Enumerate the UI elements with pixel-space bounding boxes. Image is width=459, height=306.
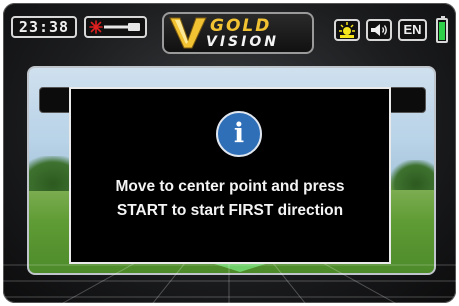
- dialog-message-line1: Move to center point and press: [115, 178, 345, 195]
- pinpoint-button[interactable]: [84, 16, 147, 38]
- treeline-right: [389, 160, 434, 190]
- brightness-button[interactable]: [334, 19, 360, 41]
- battery-fill: [439, 22, 445, 40]
- speaker-icon: [371, 24, 387, 36]
- info-dialog: i Move to center point and press START t…: [69, 87, 391, 264]
- battery-icon: [436, 16, 448, 43]
- status-bar: 23:38 GOLD VISION EN: [3, 3, 456, 54]
- logo-word-vision: VISION: [206, 34, 279, 50]
- battery-cap: [441, 16, 445, 18]
- info-icon: i: [216, 111, 262, 157]
- device-screen: 23:38 GOLD VISION EN i Move to center po…: [3, 3, 456, 303]
- clock-display: 23:38: [11, 16, 77, 38]
- language-button[interactable]: EN: [398, 19, 427, 41]
- pinpoint-icon: [89, 20, 140, 34]
- gold-vision-logo: GOLD VISION: [162, 12, 314, 54]
- info-glyph: i: [233, 118, 245, 149]
- sun-icon: [339, 22, 355, 38]
- dialog-message-line2: START to start FIRST direction: [116, 202, 344, 219]
- logo-word-gold: GOLD: [210, 16, 272, 36]
- sound-button[interactable]: [366, 19, 392, 41]
